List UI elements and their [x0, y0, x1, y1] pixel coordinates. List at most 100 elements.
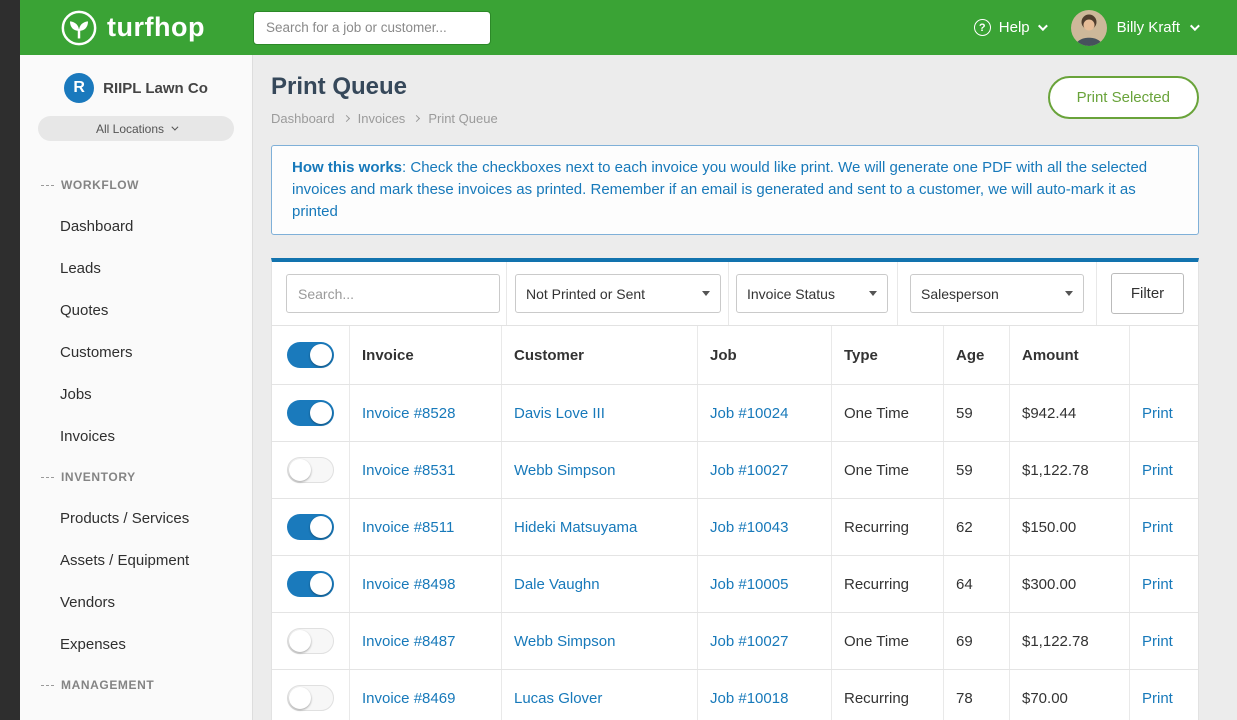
sidebar-item-jobs[interactable]: Jobs: [20, 373, 252, 415]
col-invoice: Invoice: [350, 326, 502, 384]
locations-label: All Locations: [96, 122, 164, 136]
type-cell: One Time: [832, 385, 944, 441]
avatar: [1071, 10, 1107, 46]
breadcrumb-current: Print Queue: [428, 111, 497, 126]
row-select-toggle[interactable]: [287, 400, 334, 426]
age-cell: 59: [944, 442, 1010, 498]
amount-cell: $1,122.78: [1010, 442, 1130, 498]
sidebar-item-leads[interactable]: Leads: [20, 247, 252, 289]
job-link[interactable]: Job #10024: [710, 405, 788, 422]
company-header[interactable]: R RIIPL Lawn Co: [20, 55, 252, 103]
global-search-input[interactable]: [253, 11, 491, 45]
breadcrumb-invoices[interactable]: Invoices: [358, 111, 406, 126]
info-title: How this works: [292, 159, 402, 176]
info-body: : Check the checkboxes next to each invo…: [292, 159, 1147, 220]
help-menu[interactable]: ? Help: [974, 19, 1045, 36]
job-link[interactable]: Job #10043: [710, 519, 788, 536]
customer-link[interactable]: Webb Simpson: [514, 633, 615, 650]
caret-down-icon: [869, 291, 877, 296]
job-link[interactable]: Job #10018: [710, 690, 788, 707]
col-amount: Amount: [1010, 326, 1130, 384]
page-title: Print Queue: [271, 73, 498, 101]
brand-logo[interactable]: turfhop: [60, 9, 205, 47]
user-menu[interactable]: Billy Kraft: [1071, 10, 1197, 46]
invoice-status-value: Invoice Status: [747, 286, 835, 302]
row-select-toggle[interactable]: [287, 628, 334, 654]
section-label: Management: [61, 678, 154, 692]
sidebar-item-vendors[interactable]: Vendors: [20, 581, 252, 623]
amount-cell: $942.44: [1010, 385, 1130, 441]
type-cell: One Time: [832, 613, 944, 669]
invoice-link[interactable]: Invoice #8528: [362, 405, 455, 422]
job-link[interactable]: Job #10005: [710, 576, 788, 593]
customer-link[interactable]: Hideki Matsuyama: [514, 519, 637, 536]
age-cell: 64: [944, 556, 1010, 612]
job-link[interactable]: Job #10027: [710, 633, 788, 650]
row-select-toggle[interactable]: [287, 514, 334, 540]
col-job: Job: [698, 326, 832, 384]
invoice-link[interactable]: Invoice #8487: [362, 633, 455, 650]
table-row: Invoice #8528 Davis Love III Job #10024 …: [272, 385, 1198, 442]
salesperson-value: Salesperson: [921, 286, 999, 302]
sidebar-item-invoices[interactable]: Invoices: [20, 415, 252, 457]
invoice-status-select[interactable]: Invoice Status: [736, 274, 888, 313]
nav-section-reports: Reports: [20, 705, 252, 720]
invoice-link[interactable]: Invoice #8511: [362, 519, 454, 536]
printed-status-select[interactable]: Not Printed or Sent: [515, 274, 721, 313]
chevron-right-icon: [343, 115, 350, 122]
sidebar-item-dashboard[interactable]: Dashboard: [20, 205, 252, 247]
age-cell: 78: [944, 670, 1010, 720]
sidebar-item-quotes[interactable]: Quotes: [20, 289, 252, 331]
print-link[interactable]: Print: [1142, 633, 1173, 650]
sidebar-item-assets-equipment[interactable]: Assets / Equipment: [20, 539, 252, 581]
customer-link[interactable]: Webb Simpson: [514, 462, 615, 479]
nav-section-management: Management: [20, 665, 252, 705]
dash-icon: [41, 477, 54, 478]
customer-link[interactable]: Lucas Glover: [514, 690, 602, 707]
sidebar: R RIIPL Lawn Co All Locations Workflow D…: [20, 55, 253, 720]
invoice-link[interactable]: Invoice #8498: [362, 576, 455, 593]
col-customer: Customer: [502, 326, 698, 384]
sidebar-item-products-services[interactable]: Products / Services: [20, 497, 252, 539]
row-select-toggle[interactable]: [287, 685, 334, 711]
salesperson-select[interactable]: Salesperson: [910, 274, 1084, 313]
breadcrumb: Dashboard Invoices Print Queue: [271, 111, 498, 126]
print-link[interactable]: Print: [1142, 462, 1173, 479]
amount-cell: $300.00: [1010, 556, 1130, 612]
invoice-link[interactable]: Invoice #8531: [362, 462, 455, 479]
customer-link[interactable]: Dale Vaughn: [514, 576, 600, 593]
amount-cell: $150.00: [1010, 499, 1130, 555]
help-icon: ?: [974, 19, 991, 36]
age-cell: 69: [944, 613, 1010, 669]
chevron-right-icon: [413, 115, 420, 122]
row-select-toggle[interactable]: [287, 457, 334, 483]
type-cell: Recurring: [832, 556, 944, 612]
col-type: Type: [832, 326, 944, 384]
print-link[interactable]: Print: [1142, 519, 1173, 536]
print-link[interactable]: Print: [1142, 405, 1173, 422]
locations-selector[interactable]: All Locations: [38, 116, 234, 141]
sidebar-item-expenses[interactable]: Expenses: [20, 623, 252, 665]
type-cell: Recurring: [832, 499, 944, 555]
print-selected-button[interactable]: Print Selected: [1048, 76, 1199, 119]
company-name: RIIPL Lawn Co: [103, 80, 208, 97]
table-search-input[interactable]: [286, 274, 500, 313]
amount-cell: $1,122.78: [1010, 613, 1130, 669]
job-link[interactable]: Job #10027: [710, 462, 788, 479]
breadcrumb-dashboard[interactable]: Dashboard: [271, 111, 335, 126]
invoice-link[interactable]: Invoice #8469: [362, 690, 455, 707]
customer-link[interactable]: Davis Love III: [514, 405, 605, 422]
amount-cell: $70.00: [1010, 670, 1130, 720]
chevron-down-icon: [1190, 21, 1200, 31]
col-age: Age: [944, 326, 1010, 384]
age-cell: 62: [944, 499, 1010, 555]
print-link[interactable]: Print: [1142, 690, 1173, 707]
row-select-toggle[interactable]: [287, 571, 334, 597]
sidebar-item-customers[interactable]: Customers: [20, 331, 252, 373]
filter-button[interactable]: Filter: [1111, 273, 1184, 314]
caret-down-icon: [702, 291, 710, 296]
table-row: Invoice #8511 Hideki Matsuyama Job #1004…: [272, 499, 1198, 556]
top-bar: turfhop ? Help Billy Kraft: [20, 0, 1237, 55]
select-all-toggle[interactable]: [287, 342, 334, 368]
print-link[interactable]: Print: [1142, 576, 1173, 593]
